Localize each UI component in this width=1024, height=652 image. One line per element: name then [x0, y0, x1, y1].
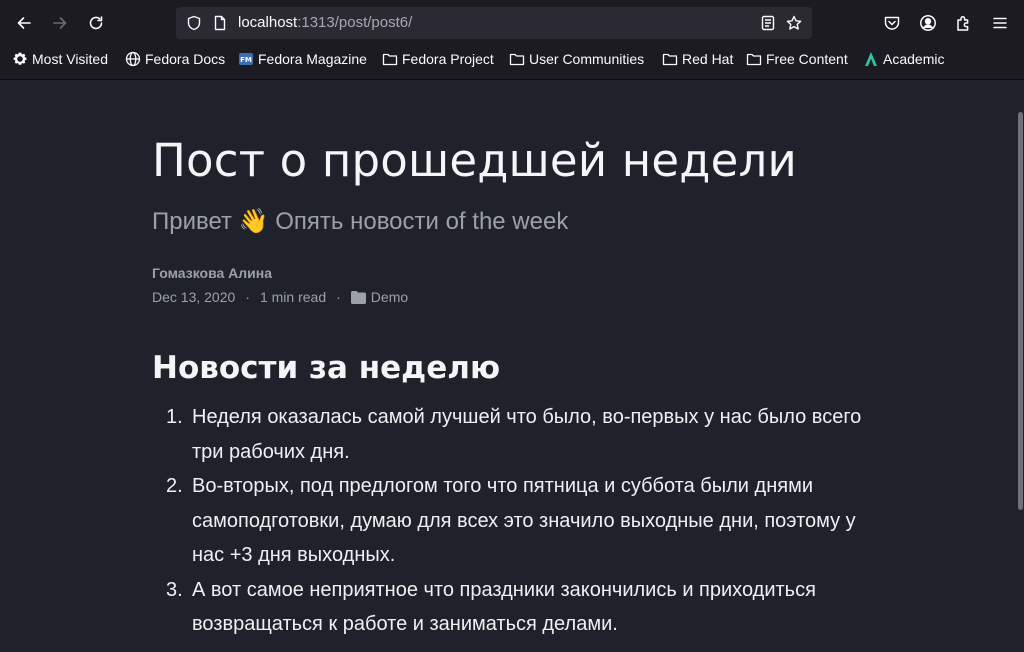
- reload-icon: [89, 16, 103, 30]
- scrollbar[interactable]: [1016, 80, 1024, 652]
- meta-separator: ·: [336, 289, 341, 305]
- shield-icon[interactable]: [186, 15, 202, 31]
- bookmark-most-visited[interactable]: Most Visited: [12, 50, 108, 68]
- waving-hand-emoji: 👋: [238, 208, 269, 235]
- post-date: Dec 13, 2020: [152, 289, 236, 305]
- back-button[interactable]: [11, 10, 37, 36]
- bookmark-fedora-project[interactable]: Fedora Project: [382, 50, 494, 68]
- list-item-text: Неделя оказалась самой лучшей что было, …: [192, 406, 862, 463]
- toolbar-divider: [0, 72, 1024, 80]
- post-title: Пост о прошедшей недели: [152, 134, 797, 187]
- arrow-left-icon: [17, 17, 31, 29]
- list-item: 2. Во-вторых, под предлогом того что пят…: [152, 469, 882, 573]
- bookmark-label: Red Hat: [682, 51, 734, 67]
- bookmark-user-communities[interactable]: User Communities: [509, 50, 644, 68]
- bookmark-label: Most Visited: [32, 51, 108, 67]
- url-host: localhost: [238, 14, 298, 31]
- bookmark-fedora-magazine[interactable]: FM Fedora Magazine: [238, 50, 367, 68]
- post-subtitle: Привет 👋 Опять новости of the week: [152, 207, 568, 236]
- list-item: 1. Неделя оказалась самой лучшей что был…: [152, 400, 882, 469]
- url-text[interactable]: localhost:1313/post/post6/: [238, 14, 412, 31]
- list-item-number: 3.: [166, 578, 183, 601]
- post-author[interactable]: Гомазкова Алина: [152, 265, 272, 281]
- bookmark-label: User Communities: [529, 51, 645, 67]
- bookmark-star-icon[interactable]: [786, 15, 802, 31]
- list-item-number: 1.: [166, 406, 183, 428]
- pocket-icon[interactable]: [883, 14, 901, 32]
- scrollbar-thumb[interactable]: [1018, 112, 1023, 510]
- list-item: 3. А вот самое неприятное что праздники …: [152, 573, 882, 642]
- url-bar[interactable]: localhost:1313/post/post6/: [176, 7, 812, 39]
- url-path: :1313/post/post6/: [297, 14, 413, 31]
- post-category-link[interactable]: Demo: [371, 289, 408, 305]
- section-heading: Новости за неделю: [152, 350, 501, 386]
- forward-button[interactable]: [47, 10, 73, 36]
- svg-text:FM: FM: [240, 56, 252, 64]
- bookmark-academic[interactable]: Academic: [863, 50, 944, 68]
- extensions-icon[interactable]: [955, 14, 973, 32]
- list-item-text: А вот самое неприятное что праздники зак…: [192, 578, 816, 636]
- post-read-time: 1 min read: [259, 289, 327, 305]
- bookmark-red-hat[interactable]: Red Hat: [662, 50, 733, 68]
- browser-toolbar: localhost:1313/post/post6/: [0, 0, 1024, 46]
- bookmark-label: Free Content: [766, 51, 848, 67]
- bookmark-label: Fedora Project: [402, 51, 494, 67]
- hamburger-menu-icon[interactable]: [991, 14, 1009, 32]
- fedora-magazine-icon: FM: [239, 53, 253, 65]
- bookmark-free-content[interactable]: Free Content: [746, 50, 848, 68]
- bookmark-label: Academic: [883, 51, 945, 67]
- account-icon[interactable]: [919, 14, 937, 32]
- list-item-number: 2.: [166, 475, 183, 497]
- folder-icon: [662, 53, 678, 66]
- news-list: 1. Неделя оказалась самой лучшей что был…: [152, 400, 882, 642]
- reader-view-icon[interactable]: [760, 15, 776, 31]
- subtitle-text: Опять новости of the week: [275, 208, 569, 235]
- folder-icon: [509, 53, 525, 66]
- page-icon[interactable]: [212, 15, 228, 31]
- gear-icon: [13, 52, 27, 65]
- globe-icon: [125, 51, 141, 67]
- post-meta: Dec 13, 2020 · 1 min read · Demo: [152, 289, 408, 305]
- bookmark-fedora-docs[interactable]: Fedora Docs: [125, 50, 225, 68]
- folder-icon: [382, 53, 398, 66]
- subtitle-greeting: Привет: [152, 208, 233, 235]
- academic-icon: [865, 52, 877, 66]
- folder-icon: [746, 53, 762, 66]
- meta-separator: ·: [245, 289, 250, 305]
- list-item-text: Во-вторых, под предлогом того что пятниц…: [192, 475, 856, 566]
- arrow-right-icon: [53, 17, 67, 29]
- bookmark-label: Fedora Docs: [145, 51, 226, 67]
- folder-icon: [350, 290, 366, 304]
- bookmark-label: Fedora Magazine: [258, 51, 367, 67]
- reload-button[interactable]: [83, 10, 109, 36]
